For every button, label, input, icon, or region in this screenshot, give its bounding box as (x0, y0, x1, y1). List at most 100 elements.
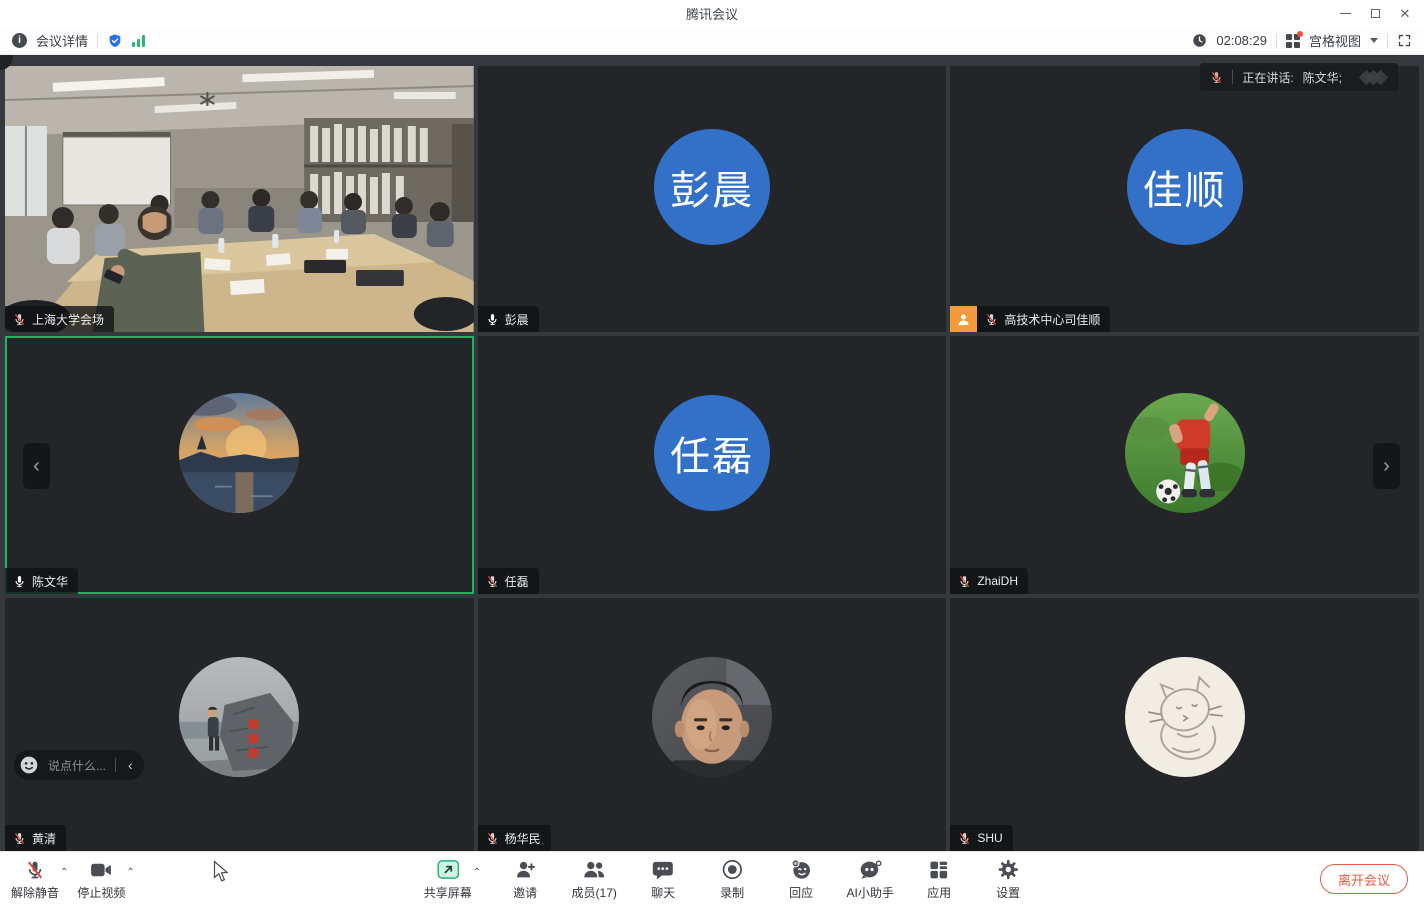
notification-dot (1297, 31, 1303, 37)
record-button[interactable]: 录制 (707, 858, 757, 901)
ai-assistant-icon (859, 858, 882, 881)
center-tools: 共享屏幕 ⌃ 邀请 (423, 858, 1033, 901)
host-badge-icon (950, 306, 977, 332)
mouse-cursor (213, 860, 230, 883)
quick-chat-bar[interactable]: 说点什么... ‹ (14, 750, 144, 780)
participant-name: 黄清 (32, 830, 56, 847)
avatar-photo-sunset (179, 393, 299, 513)
name-tag: 上海大学会场 (5, 306, 114, 332)
name-tag: SHU (950, 825, 1012, 851)
info-icon: i (12, 33, 27, 48)
members-button[interactable]: 成员(17) (569, 858, 619, 901)
settings-button[interactable]: 设置 (983, 858, 1033, 901)
name-tag: ZhaiDH (950, 568, 1028, 594)
participant-name: 彭晨 (505, 311, 529, 328)
participant-grid: 上海大学会场 彭晨 彭晨 (5, 66, 1419, 851)
participant-name: 上海大学会场 (32, 311, 104, 328)
avatar: 佳顺 (1127, 129, 1243, 245)
apps-button[interactable]: 应用 (914, 858, 964, 901)
video-grid-area: 上海大学会场 彭晨 彭晨 (0, 55, 1424, 851)
titlebar: 腾讯会议 ✕ (0, 0, 1424, 27)
maximize-button[interactable] (1360, 0, 1390, 27)
stop-video-button[interactable]: 停止视频 (76, 858, 126, 901)
close-button[interactable]: ✕ (1390, 0, 1420, 27)
unmute-button[interactable]: 解除静音 (10, 858, 60, 901)
meeting-timer: 02:08:29 (1216, 33, 1267, 48)
name-tag: 黄清 (5, 825, 66, 851)
participant-tile-jiashun[interactable]: 佳顺 高技术中心司佳顺 (950, 66, 1419, 332)
avatar: 彭晨 (654, 129, 770, 245)
network-signal-icon[interactable] (132, 35, 145, 47)
maximize-icon (1371, 9, 1380, 18)
fullscreen-icon[interactable] (1397, 33, 1412, 48)
participant-tile-shanghai-univ[interactable]: 上海大学会场 (5, 66, 474, 332)
participant-tile-chenwenhua[interactable]: 陈文华 (5, 336, 474, 594)
share-options-caret[interactable]: ⌃ (473, 867, 481, 878)
participant-name: ZhaiDH (977, 574, 1018, 588)
chat-input-placeholder[interactable]: 说点什么... (48, 757, 106, 774)
gear-icon (998, 858, 1019, 881)
avatar: 任磊 (654, 395, 770, 511)
participant-name: 陈文华 (32, 573, 68, 590)
shield-check-icon[interactable] (107, 33, 123, 49)
avatar-photo-face (652, 657, 772, 777)
reactions-button[interactable]: 回应 (776, 858, 826, 901)
conference-room-video (5, 66, 474, 332)
menubar-left: i 会议详情 (12, 31, 145, 50)
mic-muted-icon (958, 832, 971, 845)
name-tag: 杨华民 (478, 825, 551, 851)
apps-grid-icon (929, 858, 949, 881)
leave-meeting-button[interactable]: 离开会议 (1320, 864, 1408, 894)
chat-button[interactable]: 聊天 (638, 858, 688, 901)
participant-tile-pengchen[interactable]: 彭晨 彭晨 (478, 66, 947, 332)
previous-page-button[interactable]: ‹ (23, 443, 50, 489)
next-page-button[interactable]: › (1373, 443, 1400, 489)
record-icon (722, 858, 743, 881)
name-tag: 彭晨 (478, 306, 539, 332)
participant-name: 杨华民 (505, 830, 541, 847)
name-tag: 任磊 (478, 568, 539, 594)
invite-button[interactable]: 邀请 (500, 858, 550, 901)
view-mode-selector[interactable]: 宫格视图 (1309, 31, 1361, 50)
chevron-down-icon[interactable] (1370, 38, 1378, 43)
tencent-meeting-window: 腾讯会议 ✕ i 会议详情 02:08:29 宫格视图 (0, 0, 1424, 907)
ai-assistant-button[interactable]: AI小助手 (845, 858, 895, 901)
speaking-label: 正在讲话: (1242, 69, 1293, 86)
chevron-left-icon[interactable]: ‹ (128, 758, 133, 772)
menubar-right: 02:08:29 宫格视图 (1192, 31, 1412, 50)
invite-icon (515, 858, 536, 881)
window-title: 腾讯会议 (686, 4, 738, 23)
mic-muted-icon (1210, 71, 1223, 84)
participant-name: 高技术中心司佳顺 (1004, 311, 1100, 328)
participant-tile-shu[interactable]: SHU (950, 598, 1419, 851)
watermark-diamonds (1365, 72, 1386, 83)
camera-icon (90, 858, 112, 881)
mic-on-icon (13, 575, 26, 588)
share-screen-button[interactable]: 共享屏幕 (423, 858, 473, 901)
camera-options-caret[interactable]: ⌃ (126, 867, 134, 878)
members-icon (583, 858, 606, 881)
speaking-banner: 正在讲话: 陈文华; (1200, 63, 1398, 91)
window-controls: ✕ (1330, 0, 1420, 27)
mic-muted-icon (985, 313, 998, 326)
speaking-name: 陈文华; (1303, 69, 1342, 86)
mic-muted-icon (13, 832, 26, 845)
participant-tile-yanghuamin[interactable]: 杨华民 (478, 598, 947, 851)
participant-tile-huangqing[interactable]: 黄清 (5, 598, 474, 851)
avatar-photo-cat-sketch (1125, 657, 1245, 777)
mic-on-icon (486, 313, 499, 326)
avatar-photo-rock (179, 657, 299, 777)
share-screen-icon (436, 858, 459, 881)
mic-muted-icon (958, 575, 971, 588)
chat-icon (652, 858, 674, 881)
mic-options-caret[interactable]: ⌃ (60, 867, 68, 878)
meeting-details-button[interactable]: 会议详情 (36, 31, 88, 50)
minimize-button[interactable] (1330, 0, 1360, 27)
mic-muted-icon (486, 575, 499, 588)
emoji-icon[interactable] (19, 755, 39, 775)
reaction-smiley-icon (790, 858, 812, 881)
participant-tile-zhaidh[interactable]: ZhaiDH (950, 336, 1419, 594)
name-tag: 高技术中心司佳顺 (950, 306, 1110, 332)
participant-tile-renlei[interactable]: 任磊 任磊 (478, 336, 947, 594)
menubar: i 会议详情 02:08:29 宫格视图 (0, 27, 1424, 55)
